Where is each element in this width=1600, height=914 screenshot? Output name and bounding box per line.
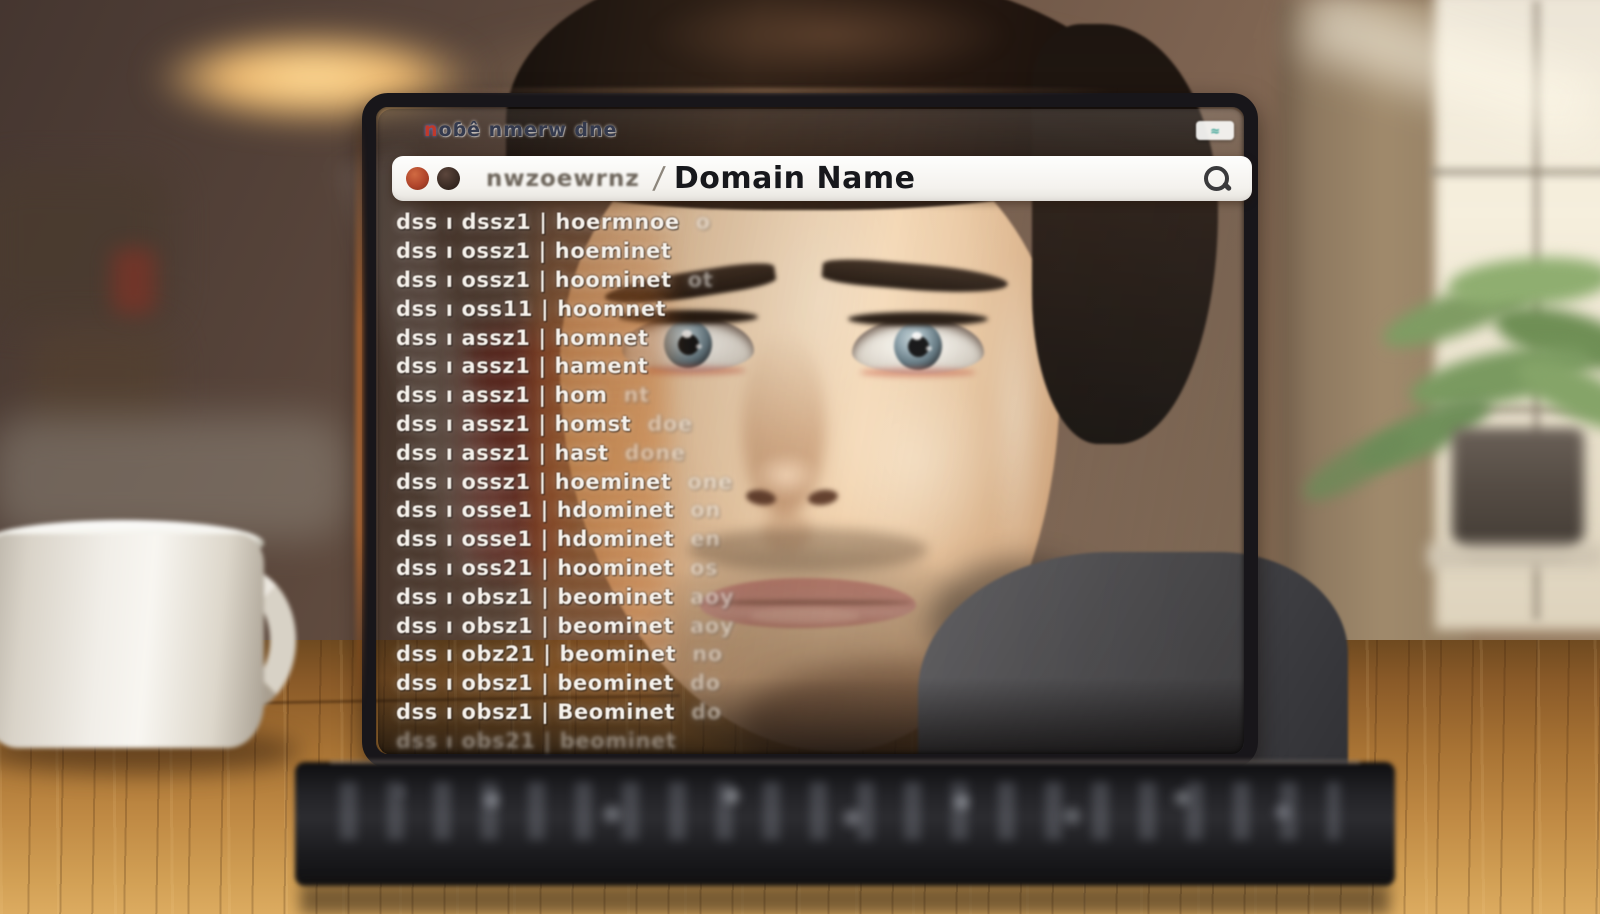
browser-badge[interactable]: ≈ bbox=[1196, 121, 1234, 140]
window-mullion bbox=[1430, 168, 1600, 176]
browser-title: noɓê nmerw dne bbox=[424, 119, 617, 141]
row-main-text: dss ı ossz1 | hoeminet bbox=[396, 239, 672, 263]
row-main-text: dss ı obsz1 | beominet bbox=[396, 614, 674, 638]
domain-row[interactable]: dss ı oss21 | hoominet os bbox=[396, 554, 1156, 583]
row-tail-text: os bbox=[690, 556, 718, 580]
domain-row[interactable]: dss ı assz1 | hom nt bbox=[396, 381, 1156, 410]
domain-row[interactable]: dss ı obsz1 | beominet do bbox=[396, 669, 1156, 698]
row-main-text: dss ı assz1 | hament bbox=[396, 354, 648, 378]
teal-scribble-icon: ≈ bbox=[1210, 124, 1220, 138]
row-tail-text: o bbox=[696, 210, 711, 234]
table-reflection bbox=[300, 884, 1390, 914]
search-query-text: Domain Name bbox=[674, 161, 916, 196]
window-control-dot-dark[interactable] bbox=[437, 167, 460, 190]
domain-row[interactable]: dss ı ossz1 | hoominet ot bbox=[396, 266, 1156, 295]
domain-row[interactable]: dss ı oss11 | hoomnet bbox=[396, 294, 1156, 323]
row-main-text: dss ı ossz1 | hoeminet bbox=[396, 470, 672, 494]
row-tail-text: done bbox=[625, 441, 686, 465]
domain-row[interactable]: dss ı obz21 | beominet no bbox=[396, 640, 1156, 669]
browser-title-text: oɓê nmerw dne bbox=[439, 119, 618, 141]
row-tail-text: ot bbox=[688, 268, 714, 292]
row-main-text: dss ı assz1 | hast bbox=[396, 441, 609, 465]
plant-pot bbox=[1452, 428, 1584, 556]
row-tail-text: aoy bbox=[690, 614, 734, 638]
row-main-text: dss ı assz1 | hom bbox=[396, 383, 608, 407]
domain-row[interactable]: dss ı obsz1 | beominet aoy bbox=[396, 611, 1156, 640]
row-main-text: dss ı osse1 | hdominet bbox=[396, 527, 674, 551]
row-main-text: dss ı obsz1 | beominet bbox=[396, 585, 674, 609]
mug-body bbox=[0, 534, 264, 748]
row-tail-text: do bbox=[691, 700, 722, 724]
row-tail-text: no bbox=[692, 642, 723, 666]
search-query-garble: nwzoewrnz bbox=[486, 166, 640, 192]
domain-row[interactable]: dss ı ossz1 | hoeminet one bbox=[396, 467, 1156, 496]
keyboard-key-glints bbox=[400, 790, 404, 794]
row-tail-text: on bbox=[690, 498, 721, 522]
row-tail-text: one bbox=[688, 470, 733, 494]
scene: noɓê nmerw dne ≈ nwzoewrnz / Domain Name… bbox=[0, 0, 1600, 914]
windowsill bbox=[1428, 544, 1600, 568]
row-main-text: dss ı dssz1 | hoermnoe bbox=[396, 210, 680, 234]
row-main-text: dss ı obs21 | beominet bbox=[396, 729, 677, 753]
row-main-text: dss ı oss21 | hoominet bbox=[396, 556, 674, 580]
domain-row[interactable]: dss ı assz1 | homnet bbox=[396, 323, 1156, 352]
row-tail-text: aoy bbox=[690, 585, 734, 609]
row-main-text: dss ı osse1 | hdominet bbox=[396, 498, 674, 522]
results-list: dss ı dssz1 | hoermnoe o dss ı ossz1 | h… bbox=[396, 208, 1156, 755]
bezel-rim-light bbox=[356, 120, 363, 710]
window-control-dot-red[interactable] bbox=[406, 167, 429, 190]
bezel-top-light bbox=[420, 88, 1120, 93]
blurred-red-object bbox=[112, 248, 156, 314]
domain-row[interactable]: dss ı assz1 | hast done bbox=[396, 438, 1156, 467]
row-tail-text: do bbox=[690, 671, 721, 695]
search-separator: / bbox=[651, 161, 666, 196]
row-main-text: dss ı oss11 | hoomnet bbox=[396, 297, 666, 321]
row-tail-text: doe bbox=[647, 412, 693, 436]
row-main-text: dss ı ossz1 | hoominet bbox=[396, 268, 672, 292]
keyboard-keys-blur bbox=[340, 782, 1340, 840]
row-main-text: dss ı obsz1 | beominet bbox=[396, 671, 674, 695]
row-main-text: dss ı obsz1 | Beominet bbox=[396, 700, 675, 724]
row-tail-text: en bbox=[690, 527, 720, 551]
magnifier-icon[interactable] bbox=[1204, 166, 1230, 192]
domain-row[interactable]: dss ı obsz1 | beominet aoy bbox=[396, 582, 1156, 611]
row-tail-text: nt bbox=[624, 383, 650, 407]
domain-row[interactable]: dss ı assz1 | hament bbox=[396, 352, 1156, 381]
row-main-text: dss ı assz1 | homst bbox=[396, 412, 631, 436]
domain-row[interactable]: dss ı assz1 | homst doe bbox=[396, 410, 1156, 439]
row-main-text: dss ı obz21 | beominet bbox=[396, 642, 676, 666]
domain-row[interactable]: dss ı osse1 | hdominet on bbox=[396, 496, 1156, 525]
domain-row[interactable]: dss ı obsz1 | Beominet do bbox=[396, 698, 1156, 727]
domain-row[interactable]: dss ı ossz1 | hoeminet bbox=[396, 237, 1156, 266]
search-bar[interactable]: nwzoewrnz / Domain Name bbox=[392, 156, 1252, 201]
browser-title-accent: n bbox=[424, 119, 439, 141]
domain-row[interactable]: dss ı obs21 | beominet bbox=[396, 726, 1156, 755]
row-main-text: dss ı assz1 | homnet bbox=[396, 326, 649, 350]
laptop-hinge bbox=[330, 760, 1360, 764]
domain-row[interactable]: dss ı osse1 | hdominet en bbox=[396, 525, 1156, 554]
domain-row[interactable]: dss ı dssz1 | hoermnoe o bbox=[396, 208, 1156, 237]
